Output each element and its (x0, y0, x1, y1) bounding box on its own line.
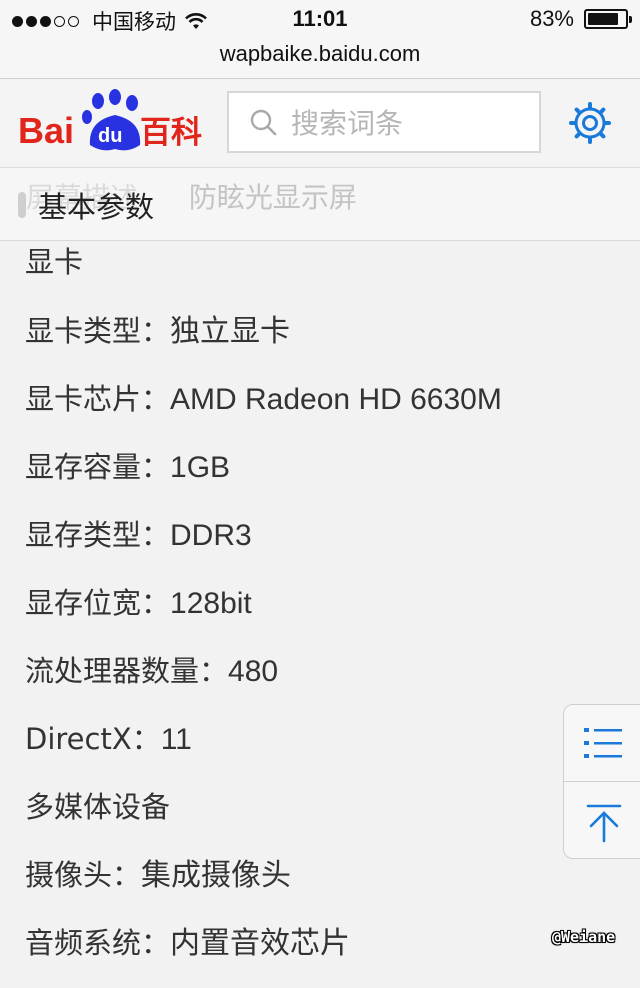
search-icon (250, 109, 277, 136)
back-to-top-icon[interactable] (586, 803, 622, 843)
status-bar: 中国移动 11:01 83% (0, 0, 640, 40)
section-title: 基本参数 (38, 190, 155, 224)
list-item: 显存容量：1GB (25, 450, 231, 484)
battery-fill (588, 13, 618, 25)
watermark: @Weiane (552, 928, 616, 946)
battery-percent: 83% (529, 6, 574, 31)
spec-list: 显卡 显卡类型：独立显卡 显卡芯片：AMD Radeon HD 6630M 显存… (0, 240, 640, 988)
list-icon[interactable] (584, 725, 624, 761)
list-item: 摄像头：集成摄像头 (25, 858, 292, 892)
list-item: 显卡 (25, 245, 84, 279)
list-item: 流处理器数量：480 (25, 654, 279, 688)
site-header: Bai du 百科 搜索词条 (0, 79, 640, 168)
list-item: 显卡芯片：AMD Radeon HD 6630M (25, 382, 502, 416)
list-item: DirectX：11 (25, 722, 192, 756)
search-placeholder: 搜索词条 (291, 107, 404, 140)
ghost-text-2: 防眩光显示屏 (188, 181, 357, 214)
toolbar-divider (564, 781, 640, 782)
list-item: 音频系统：内置音效芯片 (25, 926, 351, 960)
status-right: 83% (529, 6, 632, 32)
svg-text:du: du (98, 125, 122, 147)
gear-icon[interactable] (568, 101, 612, 145)
section-header[interactable]: 屏幕描述 防眩光显示屏 基本参数 (0, 168, 640, 241)
section-marker (18, 192, 26, 218)
list-item: 显卡类型：独立显卡 (25, 314, 291, 348)
search-box[interactable]: 搜索词条 (227, 91, 541, 153)
baidu-baike-logo[interactable]: Bai du 百科 (18, 87, 206, 157)
url-text[interactable]: wapbaike.baidu.com (220, 41, 421, 66)
list-item: 显存位宽：128bit (25, 586, 252, 620)
url-bar[interactable]: wapbaike.baidu.com (0, 40, 640, 79)
list-item: 显存类型：DDR3 (25, 518, 252, 552)
list-item: 多媒体设备 (25, 790, 171, 824)
svg-text:Bai: Bai (18, 110, 74, 151)
svg-text:百科: 百科 (140, 115, 202, 151)
floating-toolbar (563, 704, 640, 859)
battery-icon (584, 9, 632, 29)
